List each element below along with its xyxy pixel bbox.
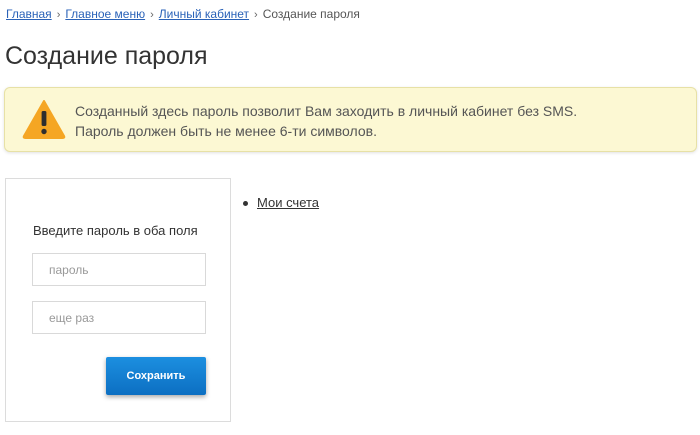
notice-banner: Созданный здесь пароль позволит Вам захо… (4, 87, 697, 152)
notice-text: Созданный здесь пароль позволит Вам захо… (75, 101, 577, 141)
notice-line-2: Пароль должен быть не менее 6-ти символо… (75, 123, 377, 139)
form-label: Введите пароль в оба поля (33, 223, 198, 238)
my-accounts-link[interactable]: Мои счета (257, 195, 319, 210)
breadcrumb-separator: › (56, 9, 61, 21)
breadcrumb-link-personal-cabinet[interactable]: Личный кабинет (159, 7, 249, 21)
breadcrumb-separator: › (254, 9, 258, 21)
warning-triangle-icon (22, 100, 66, 139)
notice-line-1: Созданный здесь пароль позволит Вам захо… (75, 103, 578, 119)
password-input[interactable] (32, 253, 206, 286)
breadcrumb-separator: › (150, 9, 154, 21)
bullet-icon (243, 201, 248, 206)
list-item: Мои счета (241, 195, 319, 211)
breadcrumb-link-home[interactable]: Главная (6, 7, 52, 21)
password-form: Введите пароль в оба поля Сохранить (5, 178, 231, 422)
confirm-password-input[interactable] (32, 301, 206, 334)
sidebar-links: Мои счета (241, 195, 319, 211)
breadcrumb-link-main-menu[interactable]: Главное меню (65, 7, 145, 21)
page-title: Создание пароля (5, 42, 208, 70)
breadcrumb-current: Создание пароля (262, 7, 360, 21)
breadcrumb: Главная › Главное меню › Личный кабинет › Созд… (6, 7, 360, 22)
save-button[interactable]: Сохранить (106, 357, 206, 395)
